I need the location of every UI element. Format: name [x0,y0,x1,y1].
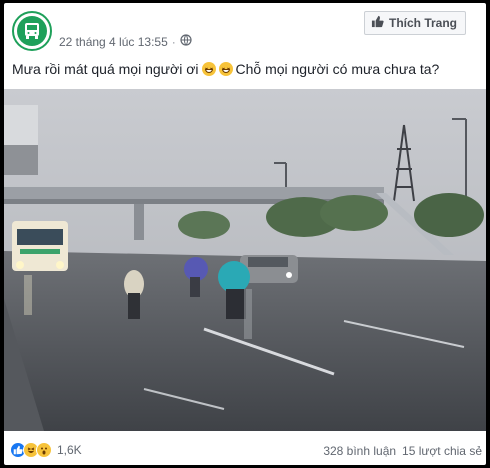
shares-count[interactable]: 15 lượt chia sẻ [402,444,482,458]
bus-icon [17,16,47,46]
post-footer: 1,6K 328 bình luận 15 lượt chia sẻ [4,435,486,465]
comments-count[interactable]: 328 bình luận [323,444,396,458]
post-text-part1: Mưa rồi mát quá mọi người ơi [12,61,199,77]
post-header: 22 tháng 4 lúc 13:55 · Thích Trang [4,3,486,59]
post-photo[interactable] [4,89,486,431]
post-text: Mưa rồi mát quá mọi người ơi Chỗ mọi ngư… [12,61,439,77]
thumbs-up-icon [371,15,384,31]
post-text-part2: Chỗ mọi người có mưa chưa ta? [235,61,440,77]
grinning-face-icon [218,62,233,76]
rainy-street-photo [4,89,486,431]
post-timestamp[interactable]: 22 tháng 4 lúc 13:55 [59,35,168,49]
post-card: 22 tháng 4 lúc 13:55 · Thích Trang Mưa r… [4,3,486,465]
like-page-label: Thích Trang [388,16,457,30]
wow-icon [36,442,52,458]
separator-dot: · [171,34,176,49]
page-avatar[interactable] [12,11,52,51]
reaction-count: 1,6K [57,443,82,457]
reactions-summary[interactable]: 1,6K [10,442,82,458]
globe-icon[interactable] [180,34,192,49]
grinning-face-icon [201,62,216,76]
like-page-button[interactable]: Thích Trang [363,11,466,35]
post-stats: 328 bình luận 15 lượt chia sẻ [323,444,482,458]
post-meta: 22 tháng 4 lúc 13:55 · [59,34,192,49]
